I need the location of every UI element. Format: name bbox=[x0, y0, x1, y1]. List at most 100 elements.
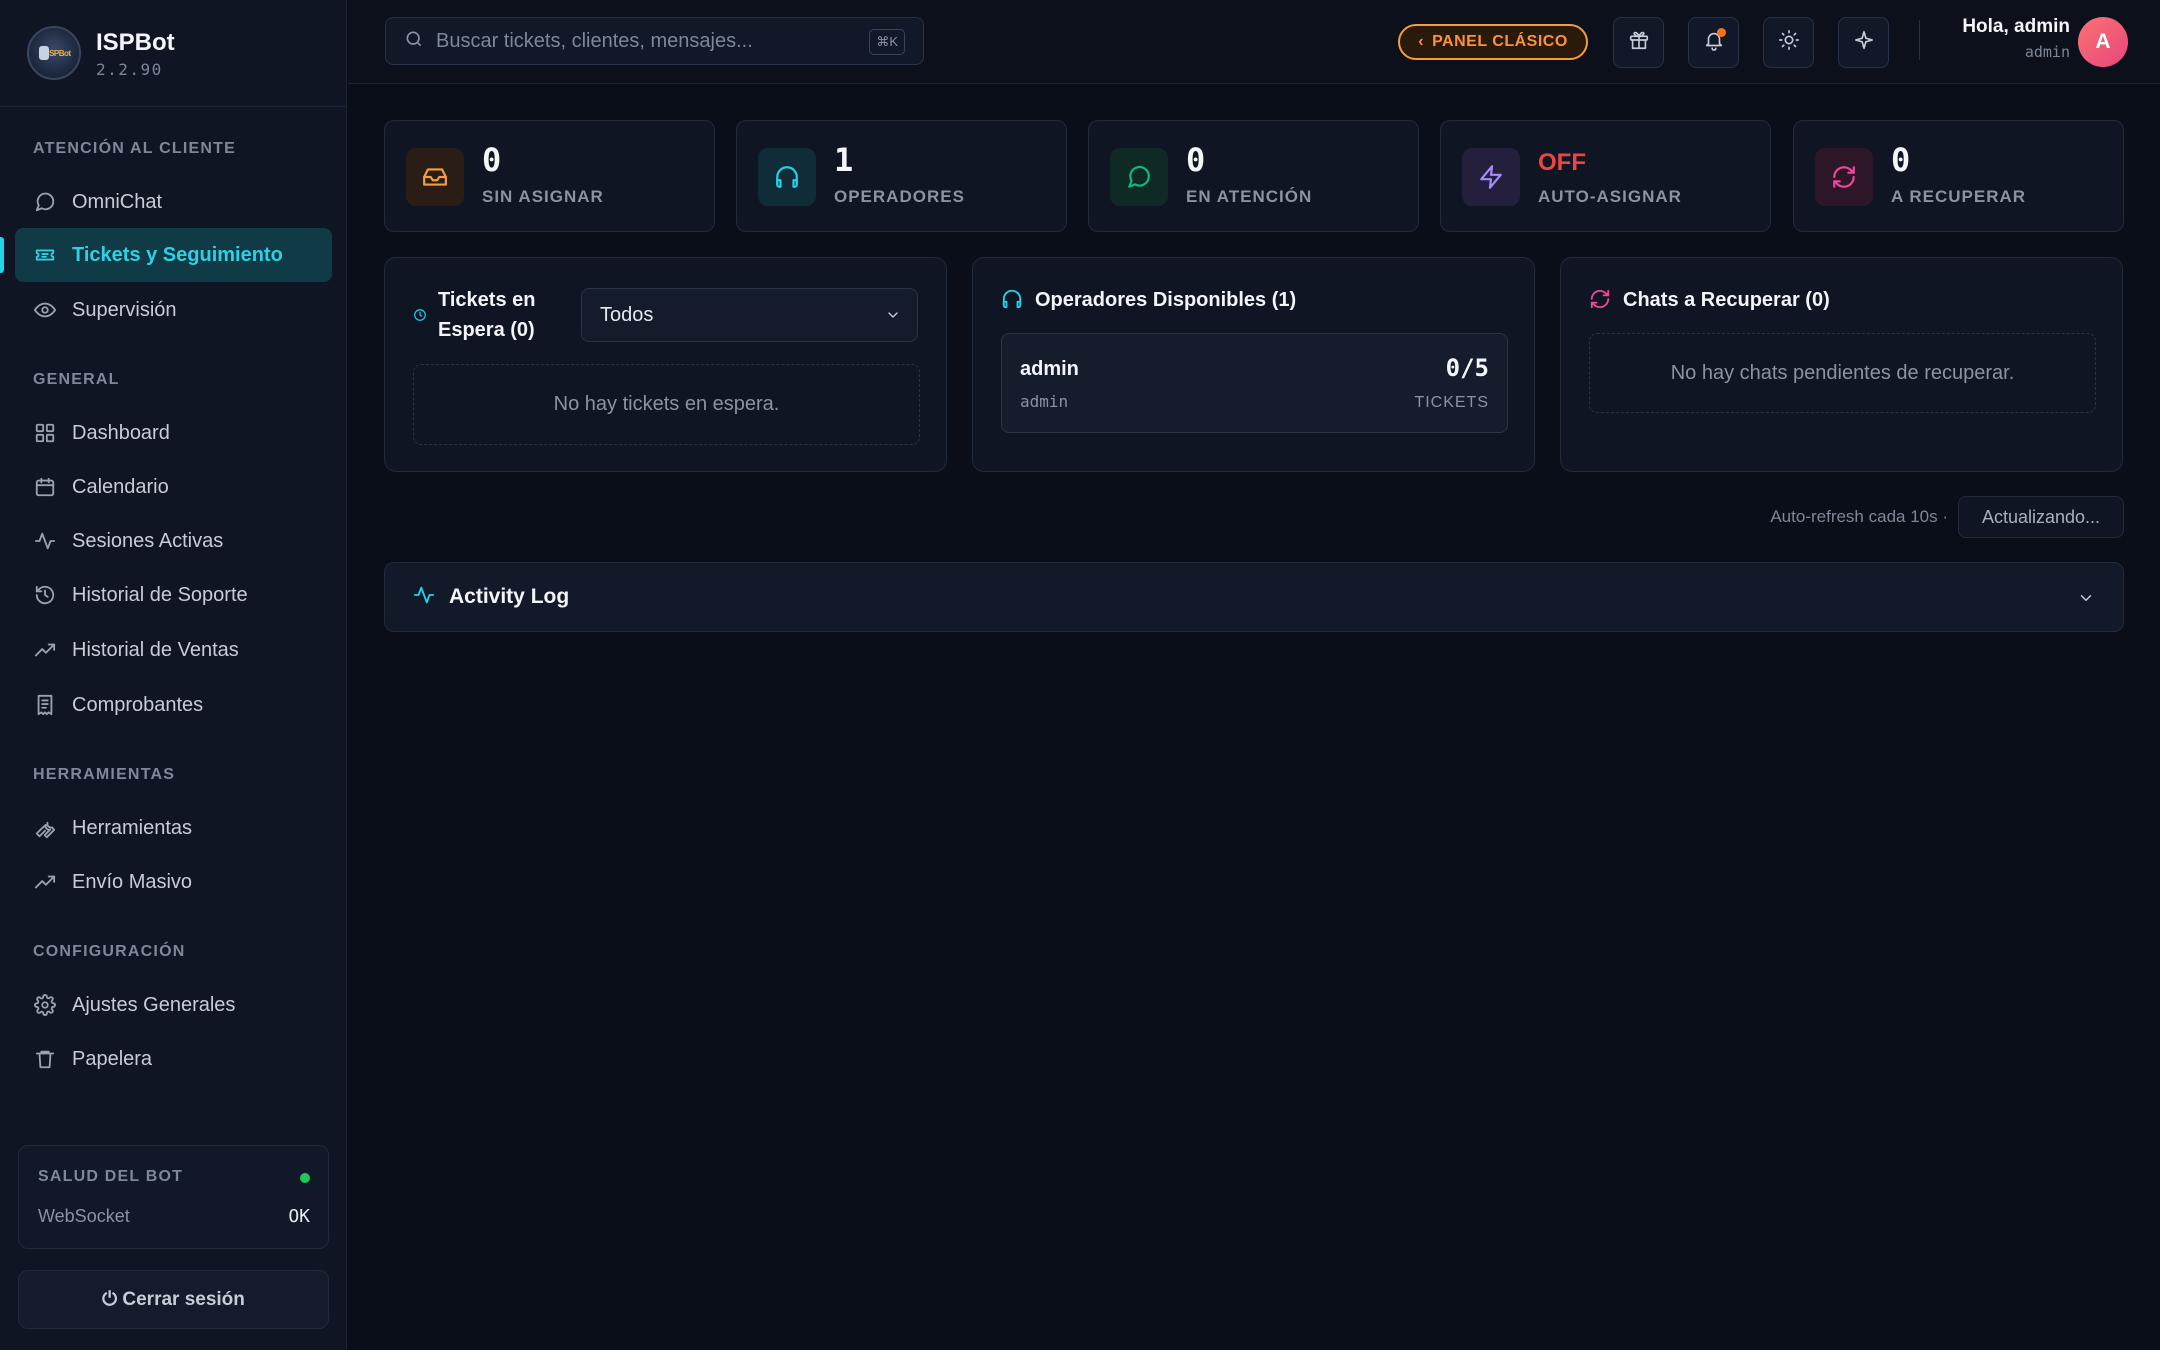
classic-panel-button[interactable]: ‹ PANEL CLÁSICO bbox=[1398, 24, 1588, 60]
greeting-text: Hola, admin bbox=[1962, 16, 2070, 37]
operator-ticket-count: 0/5 bbox=[1445, 354, 1489, 382]
headphones-icon bbox=[758, 148, 816, 206]
sidebar-item-sesiones[interactable]: Sesiones Activas bbox=[15, 514, 332, 568]
logout-button[interactable]: ⏻ Cerrar sesión bbox=[18, 1270, 329, 1329]
sidebar-item-label: Papelera bbox=[72, 1047, 153, 1070]
chat-bubble-icon bbox=[1110, 148, 1168, 206]
topbar: ⌘K ‹ PANEL CLÁSICO Hola, admin admin A bbox=[348, 0, 2160, 84]
stat-label: A RECUPERAR bbox=[1891, 187, 2027, 206]
stat-value: 0 bbox=[1891, 141, 1911, 179]
grid-icon bbox=[33, 421, 57, 445]
panel-title: Chats a Recuperar (0) bbox=[1623, 289, 1830, 311]
sidebar-item-herramientas[interactable]: Herramientas bbox=[15, 801, 332, 855]
health-status-dot bbox=[300, 1173, 310, 1183]
operator-name: admin bbox=[1020, 358, 1079, 380]
refresh-icon bbox=[1589, 288, 1611, 315]
lightning-icon bbox=[1462, 148, 1520, 206]
bot-health-title: SALUD DEL BOT bbox=[38, 1168, 184, 1185]
sidebar-item-label: Ajustes Generales bbox=[72, 993, 236, 1016]
sidebar-item-label: Calendario bbox=[72, 475, 169, 498]
trash-icon bbox=[33, 1047, 57, 1071]
sidebar-item-historial-ventas[interactable]: Historial de Ventas bbox=[15, 623, 332, 677]
stat-label: AUTO-ASIGNAR bbox=[1538, 187, 1682, 206]
topbar-divider bbox=[1919, 20, 1920, 60]
stat-card-auto-asignar: OFF AUTO-ASIGNAR bbox=[1440, 120, 1771, 232]
sidebar-item-label: Supervisión bbox=[72, 298, 177, 321]
sidebar-item-calendario[interactable]: Calendario bbox=[15, 460, 332, 514]
gift-icon bbox=[1628, 29, 1650, 56]
wrench-icon bbox=[33, 816, 57, 840]
sidebar-item-historial-soporte[interactable]: Historial de Soporte bbox=[15, 568, 332, 622]
sidebar-item-label: Historial de Soporte bbox=[72, 583, 248, 606]
stat-card-en-atencion: 0 EN ATENCIÓN bbox=[1088, 120, 1419, 232]
empty-chats-message: No hay chats pendientes de recuperar. bbox=[1589, 333, 2096, 413]
sidebar-item-label: Historial de Ventas bbox=[72, 638, 239, 661]
sidebar-item-omnichat[interactable]: OmniChat bbox=[15, 175, 332, 229]
avatar[interactable]: A bbox=[2078, 17, 2128, 67]
search-icon bbox=[404, 29, 424, 54]
sidebar-item-tickets[interactable]: Tickets y Seguimiento bbox=[15, 228, 332, 282]
sidebar-item-label: Herramientas bbox=[72, 816, 193, 839]
sidebar-item-envio-masivo[interactable]: Envío Masivo bbox=[15, 855, 332, 909]
chats-recover-panel: Chats a Recuperar (0) No hay chats pendi… bbox=[1560, 257, 2123, 472]
auto-refresh-text: Auto-refresh cada 10s · bbox=[1770, 507, 1948, 526]
panel-title: Operadores Disponibles (1) bbox=[1035, 289, 1297, 311]
activity-log-header[interactable]: Activity Log bbox=[384, 562, 2124, 632]
sidebar-item-ajustes[interactable]: Ajustes Generales bbox=[15, 978, 332, 1032]
gift-button[interactable] bbox=[1613, 17, 1664, 68]
websocket-label: WebSocket bbox=[38, 1206, 130, 1226]
sidebar-item-label: Envío Masivo bbox=[72, 870, 193, 893]
section-label-herramientas: HERRAMIENTAS bbox=[33, 766, 176, 783]
sidebar-item-label: OmniChat bbox=[72, 190, 163, 213]
sparkle-icon bbox=[1853, 29, 1875, 56]
clock-icon bbox=[413, 308, 427, 327]
sidebar-item-supervision[interactable]: Supervisión bbox=[15, 283, 332, 337]
trending-up-icon bbox=[33, 638, 57, 662]
sidebar-item-dashboard[interactable]: Dashboard bbox=[15, 406, 332, 460]
classic-panel-label: PANEL CLÁSICO bbox=[1432, 33, 1568, 50]
user-greeting[interactable]: Hola, admin admin bbox=[1962, 16, 2070, 61]
active-indicator bbox=[0, 237, 4, 273]
operator-card[interactable]: admin admin 0/5 TICKETS bbox=[1001, 333, 1508, 433]
stat-value: 1 bbox=[834, 141, 854, 179]
panel-title: Tickets en Espera (0) bbox=[438, 289, 536, 341]
eye-icon bbox=[33, 298, 57, 322]
notifications-button[interactable] bbox=[1688, 17, 1739, 68]
bot-health-card: SALUD DEL BOT WebSocket OK bbox=[18, 1145, 329, 1249]
activity-log-title: Activity Log bbox=[449, 585, 570, 608]
operators-panel: Operadores Disponibles (1) admin admin 0… bbox=[972, 257, 1535, 472]
search-input[interactable] bbox=[436, 29, 856, 53]
ticket-filter-select[interactable]: Todos bbox=[581, 288, 918, 342]
chevron-down-icon bbox=[2077, 589, 2095, 612]
stat-card-operadores: 1 OPERADORES bbox=[736, 120, 1067, 232]
app-logo[interactable]: ISPBot bbox=[27, 26, 81, 80]
headphones-icon bbox=[1001, 288, 1023, 315]
app-version: 2.2.90 bbox=[96, 59, 163, 79]
stat-card-sin-asignar: 0 SIN ASIGNAR bbox=[384, 120, 715, 232]
refresh-button[interactable]: Actualizando... bbox=[1958, 496, 2124, 538]
chevron-left-icon: ‹ bbox=[1418, 33, 1425, 50]
operator-username: admin bbox=[1020, 392, 1069, 411]
app-name: ISPBot bbox=[96, 28, 175, 56]
section-label-configuracion: CONFIGURACIÓN bbox=[33, 943, 186, 960]
stat-label: SIN ASIGNAR bbox=[482, 187, 604, 206]
sidebar-item-label: Tickets y Seguimiento bbox=[72, 243, 283, 266]
sparkle-button[interactable] bbox=[1838, 17, 1889, 68]
theme-toggle-button[interactable] bbox=[1763, 17, 1814, 68]
sidebar-item-comprobantes[interactable]: Comprobantes bbox=[15, 678, 332, 732]
filter-value: Todos bbox=[600, 303, 654, 326]
websocket-status: OK bbox=[288, 1206, 310, 1227]
sidebar: ISPBot ISPBot 2.2.90 ATENCIÓN AL CLIENTE… bbox=[0, 0, 347, 1350]
activity-icon bbox=[413, 584, 435, 611]
sidebar-item-papelera[interactable]: Papelera bbox=[15, 1032, 332, 1086]
stat-value: 0 bbox=[1186, 141, 1206, 179]
tickets-waiting-panel: Tickets en Espera (0) Todos No hay ticke… bbox=[384, 257, 947, 472]
receipt-icon bbox=[33, 693, 57, 717]
sidebar-item-label: Dashboard bbox=[72, 421, 170, 444]
search-box[interactable]: ⌘K bbox=[385, 17, 924, 65]
gear-icon bbox=[33, 993, 57, 1017]
chat-bubble-icon bbox=[33, 190, 57, 214]
logo-text: ISPBot bbox=[47, 48, 71, 58]
ticket-icon bbox=[33, 243, 57, 267]
activity-icon bbox=[33, 529, 57, 553]
